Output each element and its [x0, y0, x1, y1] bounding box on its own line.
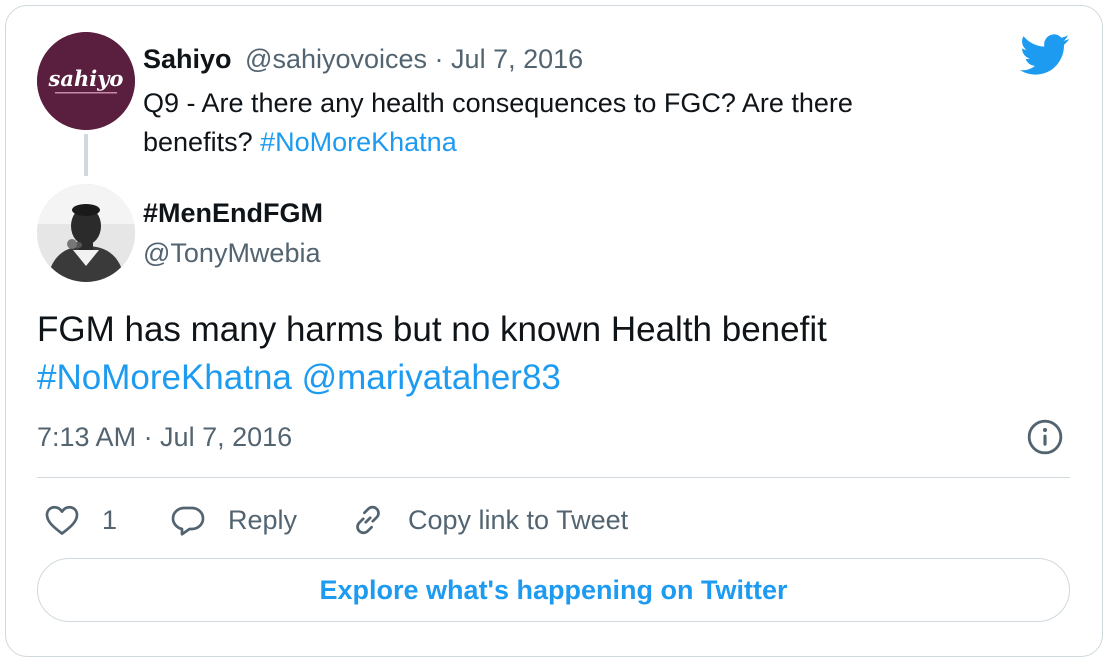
link-icon: [356, 505, 380, 535]
reply-label: Reply: [228, 504, 298, 535]
copy-link-button[interactable]: Copy link to Tweet: [350, 500, 628, 540]
hashtag-link[interactable]: #NoMoreKhatna: [37, 358, 292, 397]
mention-link[interactable]: @mariyataher83: [302, 358, 561, 397]
author-handle[interactable]: @TonyMwebia: [143, 236, 320, 270]
heart-icon: [45, 505, 79, 535]
copy-link-label: Copy link to Tweet: [408, 504, 629, 535]
author-name[interactable]: #MenEndFGM: [143, 196, 323, 230]
parent-text-line-2: benefits? #NoMoreKhatna: [143, 123, 1003, 162]
author-avatar[interactable]: [37, 184, 135, 282]
parent-tweet-header: Sahiyo @sahiyovoices · Jul 7, 2016: [143, 42, 583, 76]
info-icon[interactable]: [1026, 418, 1064, 456]
sahiyo-avatar[interactable]: sahiyo: [37, 32, 135, 130]
parent-author-handle[interactable]: @sahiyovoices: [245, 44, 427, 74]
like-button[interactable]: 1: [44, 500, 117, 540]
parent-tweet-text: Q9 - Are there any health consequences t…: [143, 84, 1003, 162]
reply-button[interactable]: Reply: [170, 500, 297, 540]
twitter-bird-icon[interactable]: [1020, 34, 1070, 76]
reply-bubble-icon: [171, 506, 205, 536]
tweet-text: FGM has many harms but no known Health b…: [37, 306, 1057, 402]
parent-author-name[interactable]: Sahiyo: [143, 44, 232, 74]
tweet-timestamp[interactable]: 7:13 AM · Jul 7, 2016: [37, 420, 292, 454]
sahiyo-logo-text: sahiyo: [48, 66, 124, 91]
explore-twitter-button[interactable]: Explore what's happening on Twitter: [37, 558, 1070, 622]
parent-hashtag-link[interactable]: #NoMoreKhatna: [260, 127, 457, 157]
separator-dot: ·: [427, 44, 452, 74]
tweet-text-line-2: #NoMoreKhatna @mariyataher83: [37, 354, 1057, 402]
divider: [37, 477, 1070, 478]
parent-tweet-date[interactable]: Jul 7, 2016: [451, 44, 583, 74]
parent-text-prefix: benefits?: [143, 127, 261, 157]
tweet-text-line-1: FGM has many harms but no known Health b…: [37, 310, 827, 349]
thread-connector-line: [84, 134, 88, 176]
like-count: 1: [102, 504, 118, 535]
parent-text-line-1: Q9 - Are there any health consequences t…: [143, 88, 853, 118]
